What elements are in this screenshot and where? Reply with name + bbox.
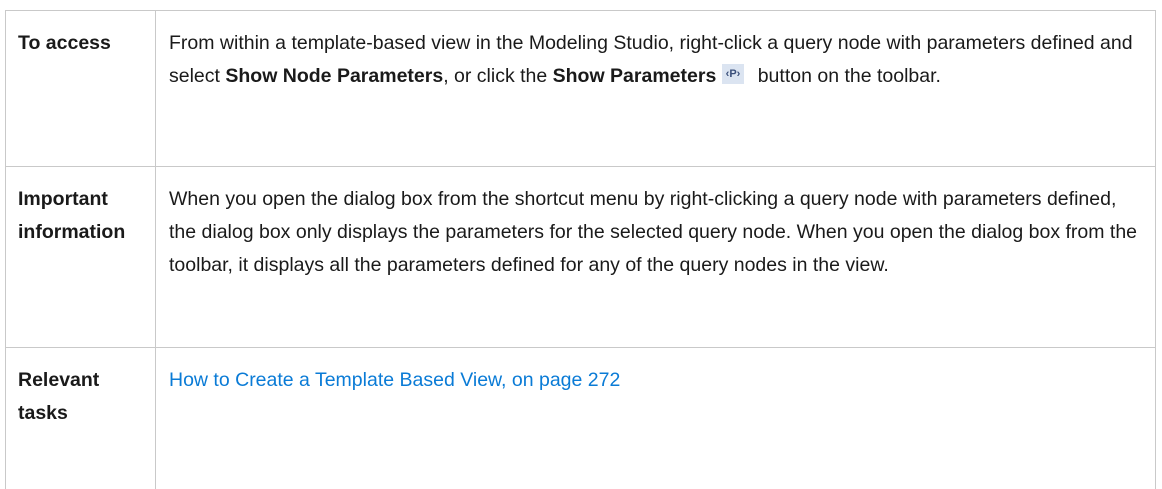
show-parameters-term: Show Parameters <box>553 65 717 87</box>
label-line-2: tasks <box>18 397 149 430</box>
important-text: When you open the dialog box from the sh… <box>169 188 1137 276</box>
row-content-important: When you open the dialog box from the sh… <box>156 167 1156 348</box>
label-line-1: Relevant <box>18 364 149 397</box>
label-line-2: information <box>18 216 149 249</box>
row-content-tasks: How to Create a Template Based View, on … <box>156 348 1156 489</box>
table-row-important: Important information When you open the … <box>6 167 1156 348</box>
label-line-1: Important <box>18 183 149 216</box>
show-parameters-icon: ‹P› <box>722 62 744 82</box>
row-content-access: From within a template-based view in the… <box>156 11 1156 167</box>
row-label-important-information: Important information <box>6 167 156 348</box>
create-template-view-link[interactable]: How to Create a Template Based View, on … <box>169 369 620 391</box>
svg-text:‹P›: ‹P› <box>726 68 741 80</box>
table-row-access: To access From within a template-based v… <box>6 11 1156 167</box>
show-node-parameters-term: Show Node Parameters <box>225 65 443 87</box>
info-table: To access From within a template-based v… <box>5 10 1156 489</box>
row-label-to-access: To access <box>6 11 156 167</box>
table-row-tasks: Relevant tasks How to Create a Template … <box>6 348 1156 489</box>
label-text: To access <box>18 32 111 54</box>
row-label-relevant-tasks: Relevant tasks <box>6 348 156 489</box>
access-text-3: button on the toolbar. <box>752 65 941 87</box>
access-text-2: , or click the <box>443 65 552 87</box>
